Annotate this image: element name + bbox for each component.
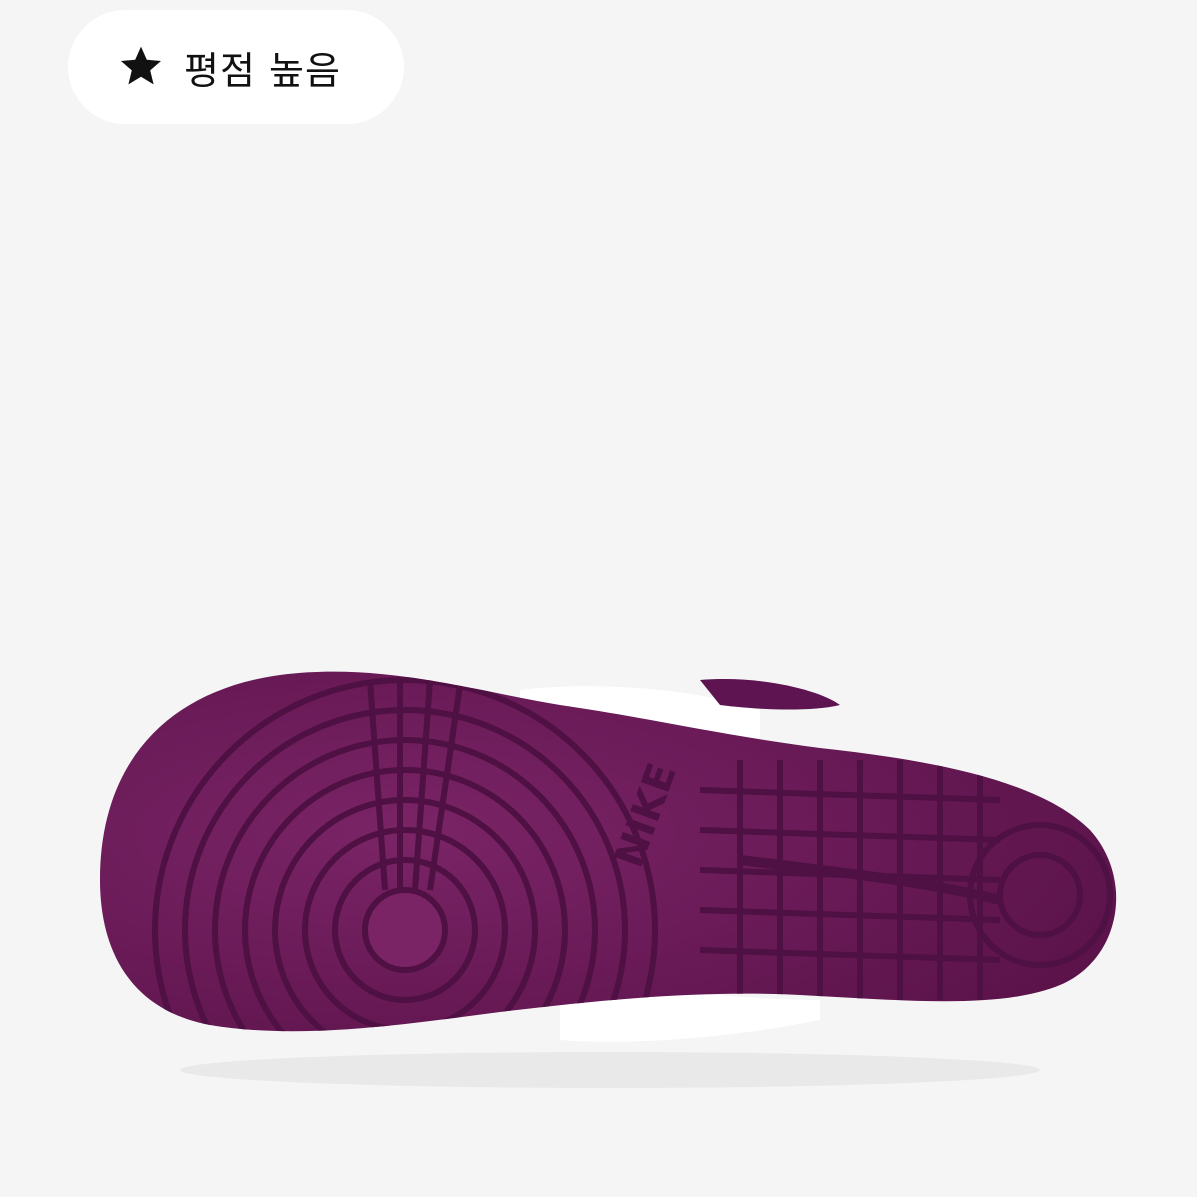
shadow (180, 1052, 1040, 1088)
star-icon (116, 42, 166, 92)
product-photo: NIKE (100, 671, 1117, 1088)
shoe-collar (700, 679, 840, 710)
rating-badge-label: 평점 높음 (184, 48, 341, 93)
rating-badge[interactable]: 평점 높음 (68, 10, 404, 124)
